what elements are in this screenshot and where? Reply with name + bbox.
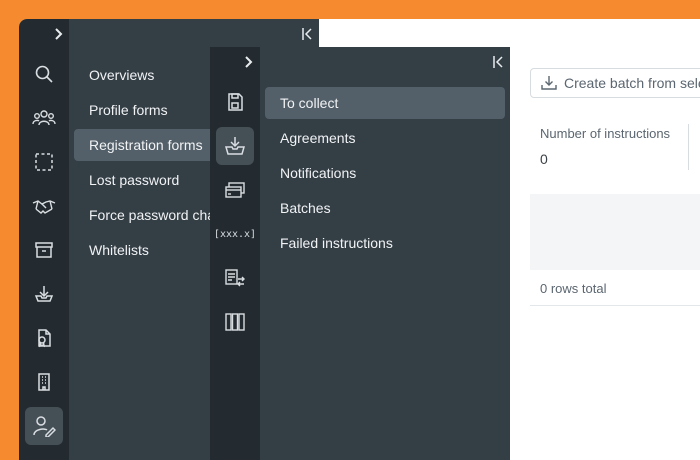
app-window: Overviews Profile forms Registration for…: [19, 19, 700, 460]
nav-item-registration-forms[interactable]: Registration forms: [74, 129, 214, 161]
building-icon[interactable]: [25, 363, 63, 401]
nav-item-agreements[interactable]: Agreements: [265, 122, 505, 154]
nav-item-overviews[interactable]: Overviews: [74, 59, 214, 91]
secondary-icon-rail: [xxx.x]: [210, 47, 260, 460]
primary-icon-rail: [19, 19, 69, 460]
column-divider[interactable]: [688, 124, 689, 170]
direct-debit-nav-panel: To collect Agreements Notifications Batc…: [260, 47, 510, 460]
nav-item-to-collect[interactable]: To collect: [265, 87, 505, 119]
nav-item-batches[interactable]: Batches: [265, 192, 505, 224]
nav-item-failed-instructions[interactable]: Failed instructions: [265, 227, 505, 259]
document-stamp-icon[interactable]: [25, 319, 63, 357]
collapse-panel-icon[interactable]: [301, 27, 313, 41]
column-header-number-of-instructions[interactable]: Number of instructions: [540, 126, 670, 141]
bracket-text: [xxx.x]: [213, 228, 257, 240]
search-icon[interactable]: [25, 55, 63, 93]
create-batch-button[interactable]: Create batch from selec: [530, 68, 700, 98]
table-footer-divider: [530, 305, 700, 306]
empty-table-body: [530, 194, 700, 270]
variable-bracket-icon[interactable]: [xxx.x]: [213, 215, 257, 253]
nav-item-profile-forms[interactable]: Profile forms: [74, 94, 214, 126]
nav-item-force-password-change[interactable]: Force password cha: [74, 199, 214, 231]
download-icon: [541, 76, 557, 90]
credit-cards-icon[interactable]: [216, 171, 254, 209]
main-content: Create batch from selec Number of instru…: [510, 47, 700, 460]
archive-icon[interactable]: [25, 231, 63, 269]
create-batch-label: Create batch from selec: [564, 75, 700, 91]
nav-item-whitelists[interactable]: Whitelists: [74, 234, 214, 266]
invoice-exchange-icon[interactable]: [216, 259, 254, 297]
download-tray-icon[interactable]: [25, 275, 63, 313]
expand-chevron-icon[interactable]: [53, 27, 65, 41]
user-edit-icon[interactable]: [25, 407, 63, 445]
expand-chevron-icon[interactable]: [243, 55, 255, 69]
dashed-square-icon[interactable]: [25, 143, 63, 181]
book-columns-icon[interactable]: [216, 303, 254, 341]
download-tray-icon[interactable]: [216, 127, 254, 165]
rows-total-text: 0 rows total: [540, 281, 607, 296]
nav-item-lost-password[interactable]: Lost password: [74, 164, 214, 196]
collapse-panel-icon[interactable]: [492, 55, 504, 69]
number-of-instructions-value: 0: [540, 151, 548, 167]
users-icon[interactable]: [25, 99, 63, 137]
floppy-disk-icon[interactable]: [216, 83, 254, 121]
handshake-icon[interactable]: [25, 187, 63, 225]
nav-item-notifications[interactable]: Notifications: [265, 157, 505, 189]
